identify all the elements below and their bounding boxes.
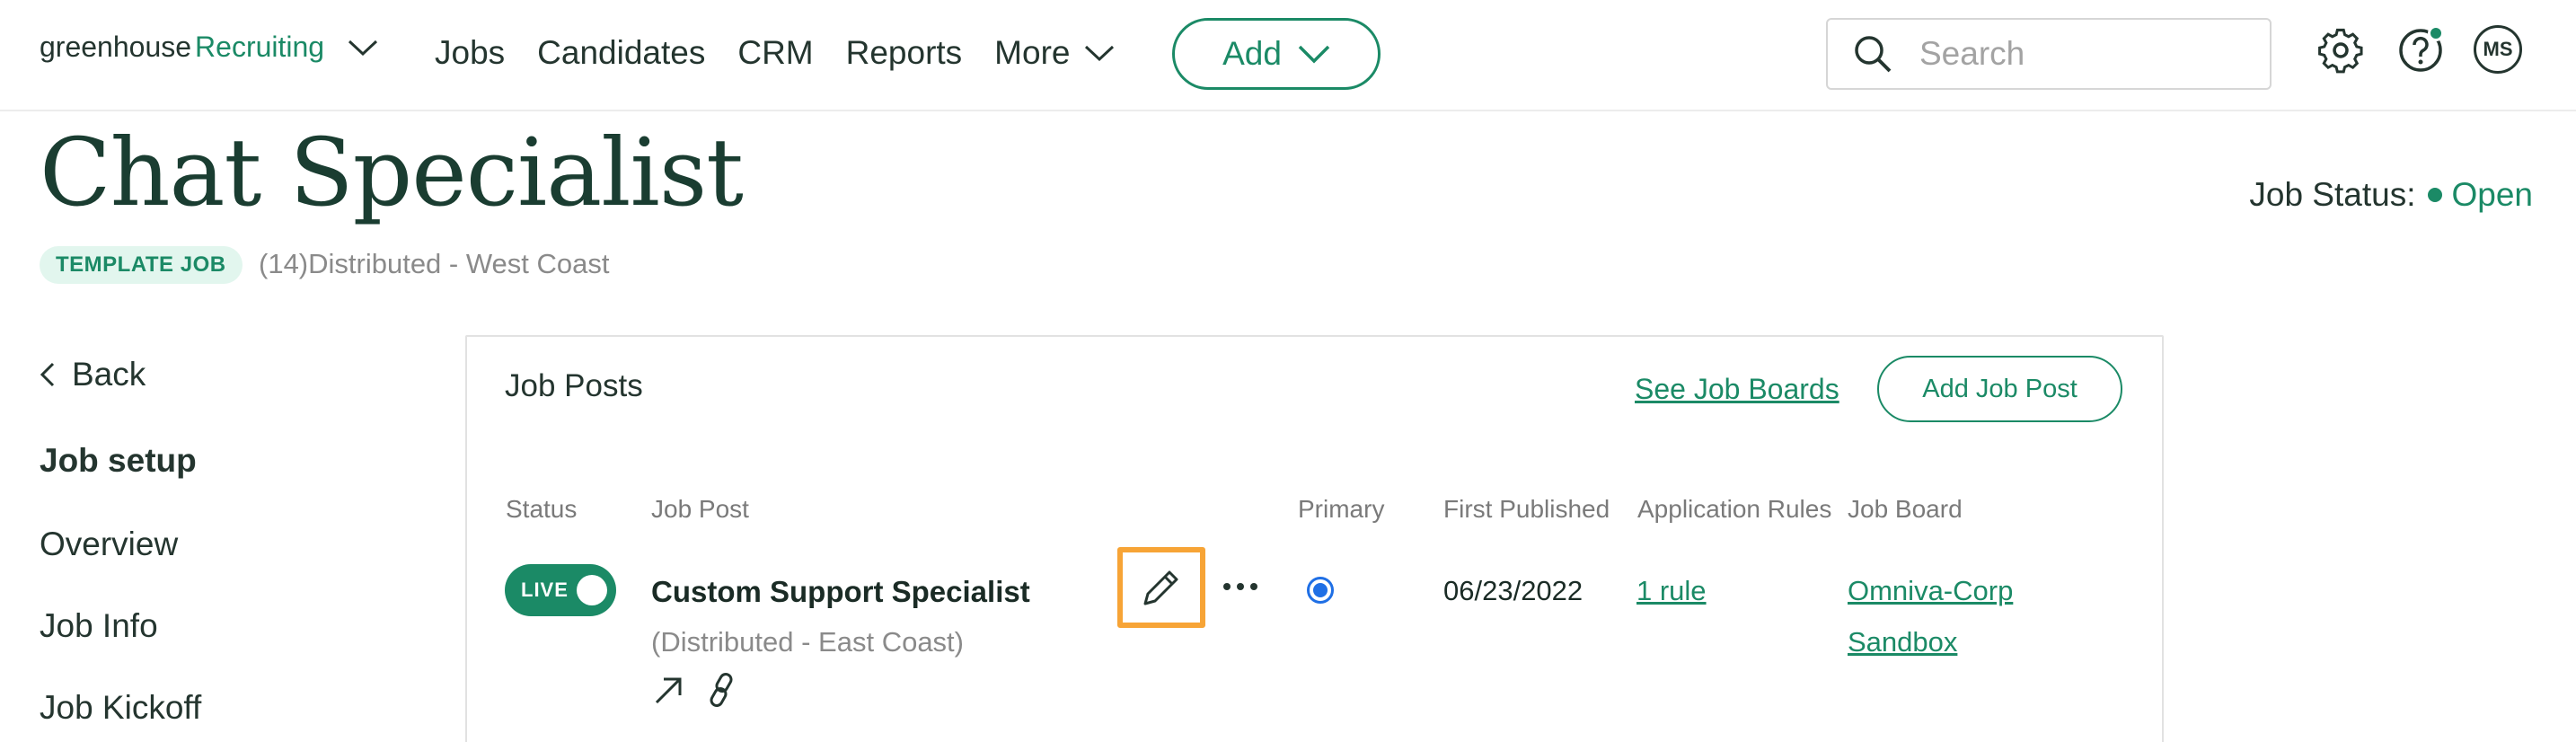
job-subtitle: (14)Distributed - West Coast — [259, 248, 610, 279]
logo-primary-text: greenhouse — [40, 31, 192, 63]
chevron-down-icon[interactable] — [348, 38, 378, 57]
back-label: Back — [72, 356, 146, 393]
job-status: Job Status: Open — [2249, 176, 2533, 214]
job-status-value[interactable]: Open — [2451, 176, 2533, 214]
job-post-name: Custom Support Specialist — [651, 575, 1030, 608]
sidebar-item-job-kickoff[interactable]: Job Kickoff — [40, 689, 201, 727]
search-box[interactable] — [1826, 18, 2272, 90]
nav-item-crm[interactable]: CRM — [737, 34, 813, 72]
pencil-icon — [1143, 570, 1178, 605]
nav-item-label: More — [994, 34, 1071, 71]
chevron-down-icon — [1298, 45, 1330, 64]
radio-selected-dot — [1313, 583, 1328, 597]
live-status-toggle[interactable]: LIVE — [505, 564, 616, 616]
sidebar-item-job-setup[interactable]: Job setup — [40, 442, 197, 480]
chevron-down-icon — [1085, 45, 1115, 62]
nav-item-label: Jobs — [435, 34, 506, 71]
greenhouse-logo[interactable]: greenhouse Recruiting — [40, 31, 378, 64]
more-options-icon[interactable] — [1223, 575, 1257, 598]
job-board-link-line2[interactable]: Sandbox — [1848, 626, 1957, 658]
column-header-first-published: First Published — [1443, 495, 1610, 523]
job-posts-title: Job Posts — [505, 368, 643, 403]
status-dot-icon — [2428, 188, 2443, 202]
avatar[interactable]: MS — [2474, 25, 2522, 74]
application-rules-link[interactable]: 1 rule — [1636, 575, 1707, 607]
back-link[interactable]: Back — [40, 356, 146, 393]
toggle-knob — [577, 575, 607, 605]
nav-item-reports[interactable]: Reports — [846, 34, 963, 72]
column-header-job-post: Job Post — [651, 495, 749, 523]
main-nav: Jobs Candidates CRM Reports More — [435, 34, 1147, 72]
search-input[interactable] — [1919, 35, 2261, 73]
link-icon[interactable] — [704, 672, 738, 708]
job-board-link[interactable]: Omniva-Corp — [1848, 575, 2013, 607]
top-navigation-bar: greenhouse Recruiting Jobs Candidates CR… — [0, 0, 2576, 111]
external-link-arrow-icon[interactable] — [653, 676, 684, 706]
primary-radio[interactable] — [1307, 577, 1334, 604]
see-job-boards-link[interactable]: See Job Boards — [1635, 373, 1839, 406]
column-header-application-rules: Application Rules — [1637, 495, 1832, 523]
nav-item-label: Reports — [845, 34, 963, 71]
chevron-left-icon — [40, 362, 55, 387]
sidebar-item-job-info[interactable]: Job Info — [40, 607, 158, 645]
nav-item-label: Candidates — [537, 34, 706, 71]
add-button-label: Add — [1222, 35, 1282, 72]
notification-dot — [2428, 25, 2444, 41]
page-title: Chat Specialist — [40, 118, 744, 227]
template-job-badge: TEMPLATE JOB — [40, 246, 243, 284]
sidebar-item-overview[interactable]: Overview — [40, 526, 178, 563]
add-button[interactable]: Add — [1172, 18, 1381, 90]
first-published-date: 06/23/2022 — [1443, 575, 1584, 606]
search-icon — [1855, 36, 1892, 73]
column-header-job-board: Job Board — [1848, 495, 1963, 523]
gear-icon[interactable] — [2317, 27, 2364, 74]
edit-job-post-button[interactable] — [1117, 547, 1205, 628]
nav-item-more[interactable]: More — [994, 34, 1115, 72]
job-post-location: (Distributed - East Coast) — [651, 626, 964, 658]
logo-secondary-text: Recruiting — [195, 31, 325, 63]
nav-item-label: CRM — [737, 34, 814, 71]
column-header-primary: Primary — [1298, 495, 1385, 523]
column-header-status: Status — [506, 495, 578, 523]
add-job-post-button[interactable]: Add Job Post — [1877, 356, 2122, 422]
job-status-label: Job Status: — [2249, 176, 2416, 213]
nav-item-jobs[interactable]: Jobs — [435, 34, 505, 72]
toggle-label: LIVE — [521, 579, 569, 601]
nav-item-candidates[interactable]: Candidates — [537, 34, 705, 72]
